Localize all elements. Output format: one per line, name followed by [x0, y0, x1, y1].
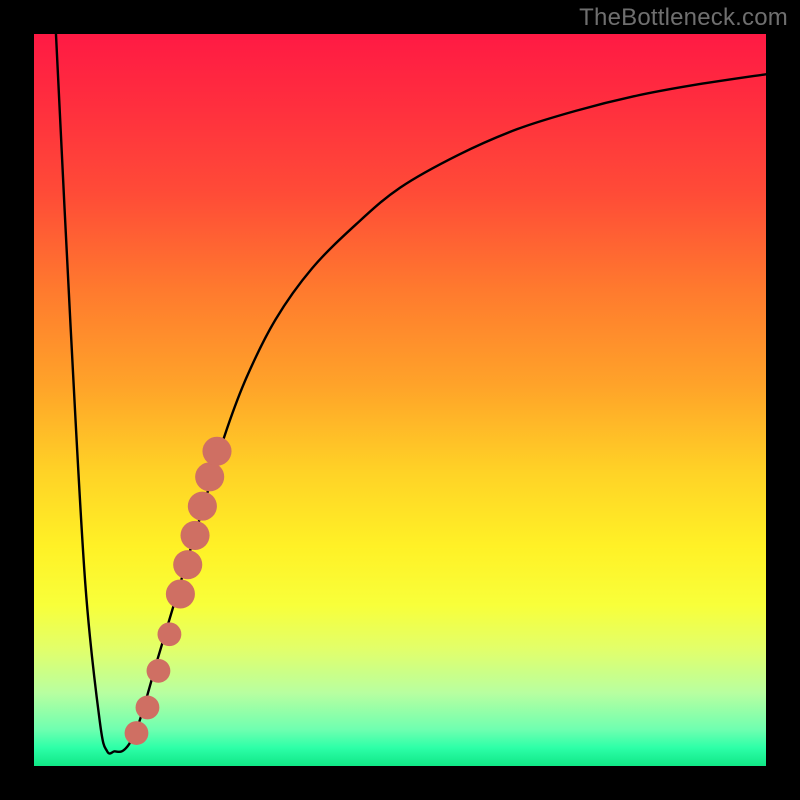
- plot-area: [34, 34, 766, 766]
- curve-marker: [125, 721, 149, 745]
- curve-marker: [147, 659, 171, 683]
- curve-marker: [166, 579, 195, 608]
- attribution-text: TheBottleneck.com: [579, 4, 788, 32]
- curve-marker: [188, 492, 217, 521]
- chart-frame: TheBottleneck.com: [0, 0, 800, 800]
- curve-marker: [158, 622, 182, 646]
- curve-marker: [136, 696, 160, 720]
- curve-marker: [195, 462, 224, 491]
- chart-svg: [34, 34, 766, 766]
- gradient-background: [34, 34, 766, 766]
- curve-marker: [180, 521, 209, 550]
- curve-marker: [202, 437, 231, 466]
- curve-marker: [173, 550, 202, 579]
